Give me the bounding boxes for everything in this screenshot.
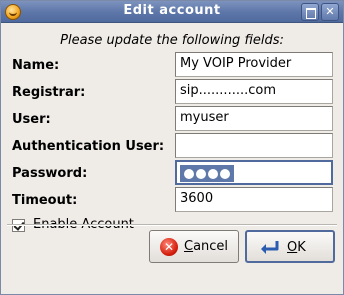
password-label: Password:	[12, 166, 88, 181]
authentication-user-input[interactable]	[175, 133, 333, 158]
ok-button-label: OK	[287, 240, 306, 255]
restore-window-button[interactable]	[301, 3, 319, 21]
ok-enter-icon	[261, 241, 279, 254]
edit-account-dialog: Edit account ✕ Please update the followi…	[0, 0, 344, 295]
timeout-label: Timeout:	[12, 193, 78, 208]
window-title: Edit account	[123, 3, 221, 18]
authentication-user-label: Authentication User:	[12, 139, 165, 154]
cancel-icon: ✕	[160, 238, 178, 256]
registrar-label: Registrar:	[12, 85, 86, 100]
timeout-input[interactable]: 3600	[175, 187, 333, 212]
button-separator	[7, 224, 337, 226]
password-selection	[180, 165, 234, 182]
name-label: Name:	[12, 58, 60, 73]
instructions-text: Please update the following fields:	[60, 33, 284, 48]
ok-button[interactable]: OK	[245, 230, 335, 263]
title-bar[interactable]: Edit account ✕	[1, 1, 343, 23]
cancel-button[interactable]: ✕ Cancel	[149, 230, 239, 263]
registrar-input[interactable]: sip............com	[175, 79, 333, 104]
close-window-button[interactable]: ✕	[321, 3, 339, 21]
password-input[interactable]	[175, 160, 333, 185]
user-input[interactable]: myuser	[175, 106, 333, 131]
name-input[interactable]: My VOIP Provider	[175, 52, 333, 77]
user-label: User:	[12, 112, 51, 127]
cancel-button-label: Cancel	[184, 239, 229, 254]
